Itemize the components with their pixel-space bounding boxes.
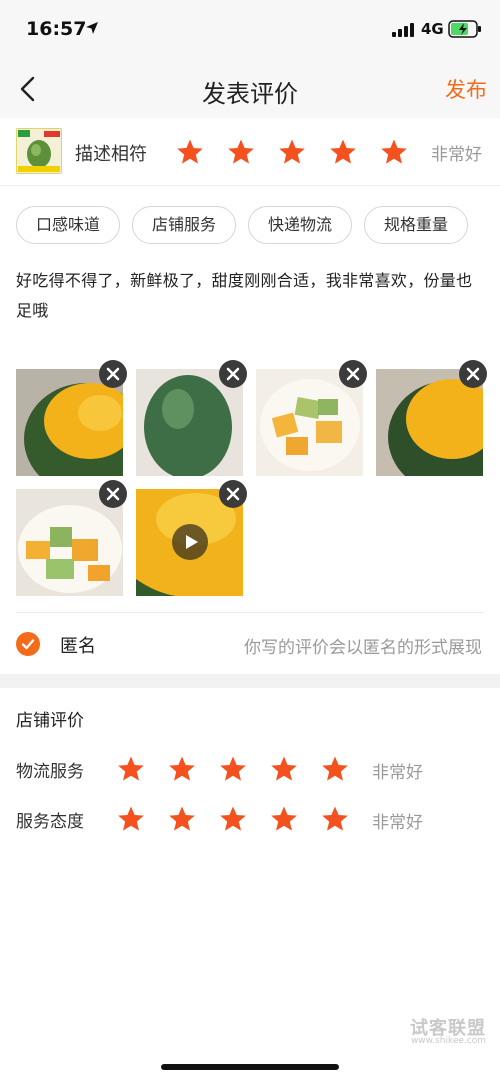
product-thumbnail [16,128,62,174]
star-icon[interactable] [219,755,247,783]
battery-charging-icon [448,20,481,38]
anonymous-row: 匿名 你写的评价会以匿名的形式展现 [16,612,484,672]
status-bar: 16:57 4G [0,0,500,60]
tag-delivery[interactable]: 快递物流 [248,206,352,244]
star-icon[interactable] [176,138,204,166]
anonymous-label: 匿名 [60,636,96,657]
rating-label-description: 描述相符 [75,144,147,165]
close-icon[interactable] [459,360,487,388]
section-divider [0,674,500,688]
location-arrow-icon [86,22,98,34]
watermark-url: www.shikee.com [410,1036,486,1046]
star-icon[interactable] [219,805,247,833]
star-icon[interactable] [278,138,306,166]
publish-button[interactable]: 发布 [445,74,487,104]
star-icon[interactable] [321,805,349,833]
shop-rating-title: 店铺评价 [16,711,84,731]
status-time: 16:57 [26,18,87,40]
close-icon[interactable] [219,360,247,388]
tag-spec-weight[interactable]: 规格重量 [364,206,468,244]
home-indicator [161,1064,339,1070]
close-icon[interactable] [99,480,127,508]
star-icon[interactable] [380,138,408,166]
star-icon[interactable] [321,755,349,783]
close-icon[interactable] [339,360,367,388]
star-icon[interactable] [168,805,196,833]
tag-taste[interactable]: 口感味道 [16,206,120,244]
star-icon[interactable] [168,755,196,783]
network-type: 4G [421,20,444,38]
anonymous-hint: 你写的评价会以匿名的形式展现 [244,638,482,658]
logistics-rating-text: 非常好 [372,763,423,783]
rating-text: 非常好 [431,145,482,165]
service-rating-text: 非常好 [372,813,423,833]
close-icon[interactable] [219,480,247,508]
signal-icon [392,23,414,37]
page-title: 发表评价 [202,80,298,108]
close-icon[interactable] [99,360,127,388]
anonymous-checkbox[interactable] [16,632,40,656]
nav-bar: 发表评价 发布 [0,60,500,118]
service-attitude-label: 服务态度 [16,812,84,832]
play-icon[interactable] [172,524,208,560]
tag-shop-service[interactable]: 店铺服务 [132,206,236,244]
star-icon[interactable] [329,138,357,166]
logistics-label: 物流服务 [16,762,84,782]
star-icon[interactable] [117,755,145,783]
star-icon[interactable] [227,138,255,166]
star-icon[interactable] [117,805,145,833]
star-icon[interactable] [270,755,298,783]
review-textarea[interactable]: 好吃得不得了，新鲜极了，甜度刚刚合适，我非常喜欢，份量也足哦 [16,266,486,326]
star-icon[interactable] [270,805,298,833]
